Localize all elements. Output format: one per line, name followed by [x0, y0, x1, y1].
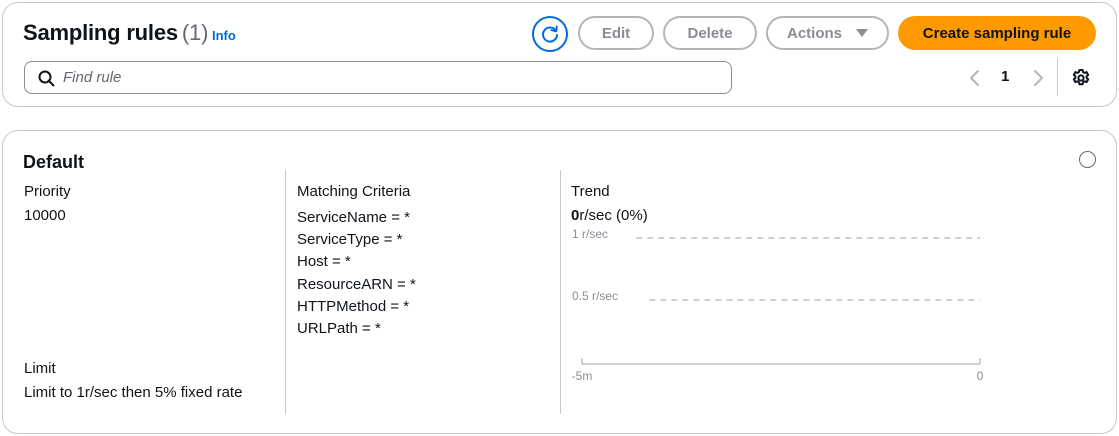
y-tick-label: 0.5 r/sec — [572, 289, 618, 303]
rule-name: Default — [23, 152, 85, 172]
criteria-item: ServiceName = * — [297, 209, 410, 226]
limit-label: Limit — [24, 360, 56, 377]
previous-page-icon[interactable] — [968, 69, 982, 87]
rule-count: (1) — [181, 20, 209, 45]
pagination-divider — [1057, 58, 1058, 96]
caret-down-icon — [856, 29, 868, 37]
criteria-item: Host = * — [297, 253, 351, 271]
matching-criteria-list: ServiceName = * ServiceType = * Host = *… — [297, 207, 416, 340]
x-tick-label: 0 — [977, 369, 984, 383]
trend-chart: 1 r/sec 0.5 r/sec -5m 0 — [572, 227, 984, 383]
trend-label: Trend — [571, 183, 610, 200]
search-field[interactable] — [24, 61, 732, 94]
delete-button[interactable]: Delete — [663, 16, 757, 50]
column-divider — [285, 170, 286, 414]
search-icon — [38, 70, 55, 87]
actions-label: Actions — [786, 24, 842, 42]
y-tick-label: 1 r/sec — [572, 227, 608, 241]
edit-button[interactable]: Edit — [578, 16, 654, 50]
title-text: Sampling rules — [23, 20, 178, 45]
limit-value: Limit to 1r/sec then 5% fixed rate — [24, 384, 243, 401]
create-sampling-rule-button[interactable]: Create sampling rule — [898, 16, 1096, 50]
criteria-item: ServiceType = * — [297, 231, 403, 249]
next-page-icon[interactable] — [1031, 69, 1045, 87]
rule-select-radio[interactable] — [1079, 151, 1096, 168]
refresh-button[interactable] — [532, 16, 568, 52]
page-title: Sampling rules (1) — [23, 20, 208, 46]
search-input[interactable] — [63, 65, 713, 90]
refresh-icon — [542, 25, 558, 43]
criteria-item: URLPath = * — [297, 320, 381, 338]
priority-label: Priority — [24, 183, 71, 200]
matching-criteria-label: Matching Criteria — [297, 183, 411, 200]
current-page-number[interactable]: 1 — [1001, 68, 1009, 85]
gear-icon[interactable] — [1071, 68, 1091, 88]
priority-value: 10000 — [24, 207, 66, 224]
criteria-item: ResourceARN = * — [297, 275, 416, 293]
info-link[interactable]: Info — [212, 28, 236, 43]
criteria-item: HTTPMethod = * — [297, 297, 410, 315]
x-tick-label: -5m — [572, 369, 593, 383]
actions-dropdown-button[interactable]: Actions — [766, 16, 889, 50]
